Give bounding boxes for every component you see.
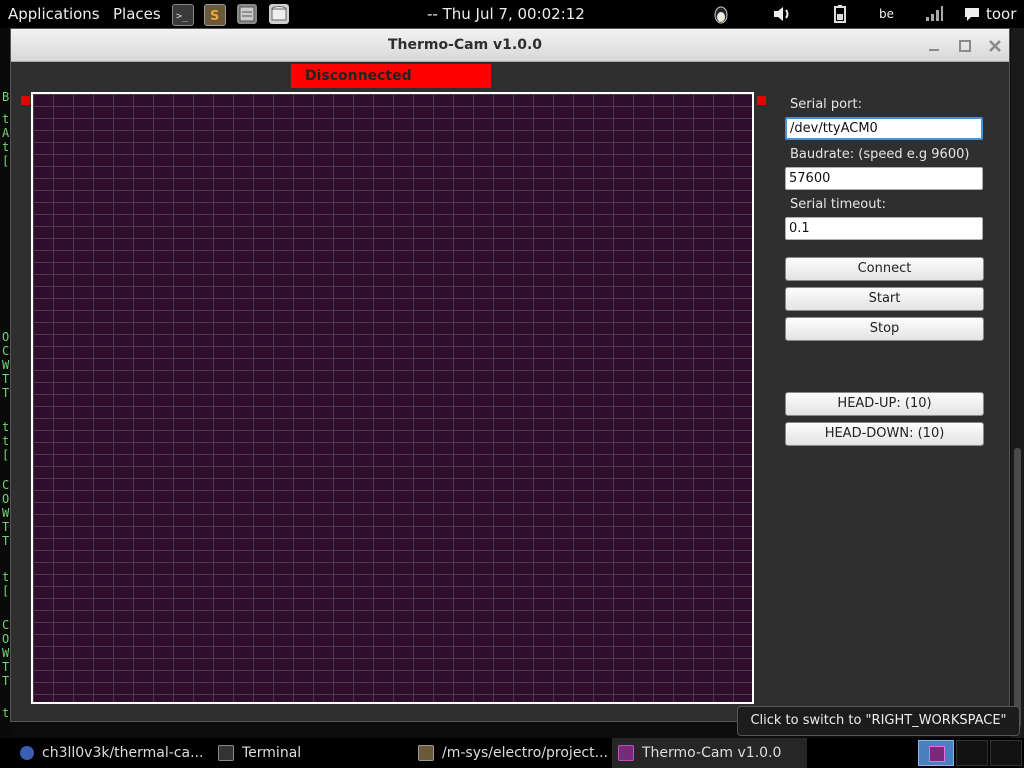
terminal-text: t — [2, 706, 10, 720]
workspace-switcher-extra[interactable] — [990, 740, 1022, 766]
taskbar-item-label: Terminal — [242, 745, 302, 761]
terminal-text: W — [2, 646, 10, 660]
terminal-text: [ — [2, 154, 10, 168]
terminal-text: t — [2, 112, 10, 126]
svg-text:S: S — [210, 9, 219, 24]
places-menu[interactable]: Places — [113, 0, 161, 28]
baudrate-label: Baudrate: (speed e.g 9600) — [790, 147, 970, 162]
taskbar-item-label: ch3ll0v3k/thermal-ca... — [42, 745, 204, 761]
sublime-text-icon[interactable]: S — [204, 4, 226, 26]
resize-handle-right[interactable] — [757, 96, 766, 105]
svg-text:>_: >_ — [176, 11, 189, 22]
browser-icon — [20, 746, 34, 760]
keyboard-layout[interactable]: be — [879, 0, 894, 28]
scrollbar-thumb[interactable] — [1014, 448, 1021, 728]
editor-icon — [418, 745, 434, 761]
baudrate-input[interactable] — [785, 167, 983, 190]
chat-icon[interactable] — [963, 4, 981, 24]
serial-port-label: Serial port: — [790, 97, 862, 112]
terminal-text: [ — [2, 448, 10, 462]
terminal-text: t — [2, 434, 10, 448]
workspace-switcher-right[interactable] — [956, 740, 988, 766]
bottom-taskbar: ch3ll0v3k/thermal-ca... Terminal /m-sys/… — [0, 738, 1024, 768]
serial-port-input[interactable] — [785, 117, 983, 140]
serial-timeout-input[interactable] — [785, 217, 983, 240]
terminal-text: t — [2, 570, 10, 584]
terminal-text: W — [2, 358, 10, 372]
file-manager-icon[interactable] — [237, 4, 257, 24]
connection-status-badge: Disconnected — [291, 64, 491, 88]
signal-icon[interactable] — [924, 4, 944, 24]
terminal-text: t — [2, 140, 10, 154]
head-down-button[interactable]: HEAD-DOWN: (10) — [785, 422, 984, 446]
clock[interactable]: -- Thu Jul 7, 00:02:12 — [427, 0, 585, 28]
terminal-text: [ — [2, 584, 10, 598]
terminal-text: T — [2, 386, 10, 400]
terminal-icon[interactable]: >_ — [172, 4, 194, 26]
window-content: Disconnected Serial port: Baudrate: (spe… — [11, 62, 1009, 721]
terminal-text: C — [2, 618, 10, 632]
connect-button[interactable]: Connect — [785, 257, 984, 281]
window-titlebar[interactable]: Thermo-Cam v1.0.0 — [11, 29, 1009, 62]
terminal-text: C — [2, 478, 10, 492]
terminal-text: T — [2, 372, 10, 386]
terminal-text: O — [2, 492, 10, 506]
terminal-text: W — [2, 506, 10, 520]
terminal-text: T — [2, 660, 10, 674]
taskbar-item-browser[interactable]: ch3ll0v3k/thermal-ca... — [20, 738, 210, 768]
terminal-text: T — [2, 534, 10, 548]
disk-icon[interactable] — [269, 4, 289, 24]
terminal-text: T — [2, 520, 10, 534]
thermocam-icon — [618, 745, 634, 761]
terminal-icon — [218, 745, 234, 761]
taskbar-item-thermocam[interactable]: Thermo-Cam v1.0.0 — [612, 738, 807, 768]
taskbar-item-editor[interactable]: /m-sys/electro/project... — [418, 738, 608, 768]
terminal-text: O — [2, 632, 10, 646]
stop-button[interactable]: Stop — [785, 317, 984, 341]
terminal-text: T — [2, 674, 10, 688]
taskbar-item-label: Thermo-Cam v1.0.0 — [642, 745, 782, 761]
thermal-image-grid[interactable] — [31, 92, 754, 704]
terminal-text: O — [2, 330, 10, 344]
workspace-switcher-active[interactable] — [918, 740, 954, 766]
terminal-text: t — [2, 420, 10, 434]
user-menu[interactable]: toor — [986, 0, 1016, 28]
thermo-cam-window: Thermo-Cam v1.0.0 Disconnected Serial po… — [10, 28, 1010, 722]
start-button[interactable]: Start — [785, 287, 984, 311]
close-icon[interactable] — [983, 35, 1007, 57]
terminal-text: C — [2, 344, 10, 358]
volume-icon[interactable] — [772, 4, 792, 24]
window-title: Thermo-Cam v1.0.0 — [387, 37, 543, 53]
maximize-icon[interactable] — [953, 35, 977, 57]
taskbar-item-terminal[interactable]: Terminal — [218, 738, 408, 768]
head-up-button[interactable]: HEAD-UP: (10) — [785, 392, 984, 416]
serial-timeout-label: Serial timeout: — [790, 197, 886, 212]
terminal-text: B — [2, 90, 10, 104]
battery-icon[interactable] — [830, 4, 850, 24]
taskbar-item-label: /m-sys/electro/project... — [442, 745, 608, 761]
terminal-text: A — [2, 126, 10, 140]
background-terminal: Bt At[O C W T Tt t[C O W T Tt[C O W T Tt — [0, 28, 10, 738]
thermocam-icon — [929, 746, 945, 762]
applications-menu[interactable]: Applications — [8, 0, 100, 28]
penguin-icon[interactable] — [711, 4, 731, 24]
background-scrollbar[interactable] — [1011, 28, 1024, 738]
workspace-tooltip: Click to switch to "RIGHT_WORKSPACE" — [737, 706, 1020, 736]
resize-handle-left[interactable] — [21, 96, 30, 105]
minimize-icon[interactable] — [922, 35, 946, 57]
top-panel: Applications Places >_ S -- Thu Jul 7, 0… — [0, 0, 1024, 28]
